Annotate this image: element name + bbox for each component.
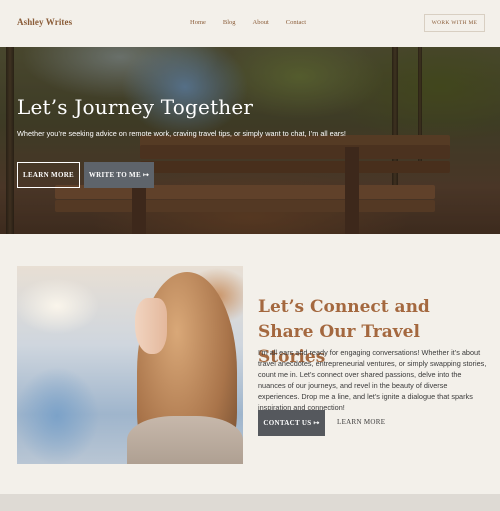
nav-blog[interactable]: Blog (223, 19, 236, 26)
site-header: Ashley Writes Home Blog About Contact WO… (0, 0, 500, 47)
hero-overlay (0, 47, 500, 234)
nav-home[interactable]: Home (190, 19, 206, 26)
portrait-face (135, 298, 167, 354)
site-logo[interactable]: Ashley Writes (17, 17, 72, 27)
hero-section: Let’s Journey Together Whether you’re se… (0, 47, 500, 234)
contact-us-button[interactable]: CONTACT US ↦ (258, 410, 325, 436)
portrait-sweater (127, 416, 243, 464)
hero-subtitle: Whether you’re seeking advice on remote … (17, 129, 346, 138)
nav-contact[interactable]: Contact (286, 19, 306, 26)
learn-more-button[interactable]: LEARN MORE (17, 162, 80, 188)
portrait-image (17, 266, 243, 464)
write-to-me-button[interactable]: WRITE TO ME ↦ (84, 162, 154, 188)
work-with-me-button[interactable]: WORK WITH ME (424, 14, 485, 32)
main-nav: Home Blog About Contact (190, 19, 306, 26)
footer-band (0, 494, 500, 511)
learn-more-link[interactable]: LEARN MORE (337, 418, 385, 426)
connect-body: I’m all ears and ready for engaging conv… (258, 348, 487, 412)
nav-about[interactable]: About (253, 19, 269, 26)
hero-title: Let’s Journey Together (17, 95, 254, 119)
